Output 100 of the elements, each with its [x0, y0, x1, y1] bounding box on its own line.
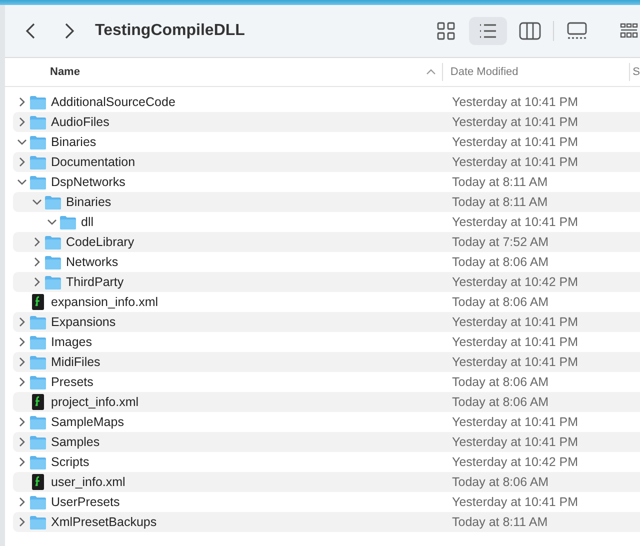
file-row[interactable]: Scripts Yesterday at 10:42 PM: [13, 452, 640, 472]
file-name: Presets: [51, 375, 94, 389]
file-row[interactable]: ThirdParty Yesterday at 10:42 PM: [13, 272, 640, 292]
disclosure-chevron-icon[interactable]: [17, 357, 27, 367]
icon-grid-icon: [436, 21, 456, 41]
document-icon: [29, 394, 47, 410]
disclosure-chevron-icon[interactable]: [32, 257, 42, 267]
date-modified: Today at 8:06 AM: [452, 475, 549, 489]
date-modified: Today at 8:06 AM: [452, 295, 549, 309]
disclosure-chevron-icon[interactable]: [17, 517, 27, 527]
folder-icon: [29, 374, 47, 390]
columns-icon: [519, 22, 541, 40]
file-name: expansion_info.xml: [51, 295, 158, 309]
disclosure-chevron-icon[interactable]: [17, 497, 27, 507]
date-modified: Yesterday at 10:41 PM: [452, 115, 578, 129]
disclosure-chevron-icon[interactable]: [17, 417, 27, 427]
disclosure-chevron-icon[interactable]: [32, 197, 42, 207]
disclosure-chevron-icon[interactable]: [17, 377, 27, 387]
date-modified: Yesterday at 10:41 PM: [452, 495, 578, 509]
date-modified: Today at 8:06 AM: [452, 255, 549, 269]
disclosure-chevron-icon[interactable]: [17, 337, 27, 347]
folder-icon: [29, 154, 47, 170]
date-modified: Today at 7:52 AM: [452, 235, 549, 249]
date-modified: Today at 8:11 AM: [452, 195, 548, 209]
date-modified: Yesterday at 10:41 PM: [452, 155, 578, 169]
file-name: XmlPresetBackups: [51, 515, 157, 529]
file-name: Expansions: [51, 315, 116, 329]
file-row[interactable]: CodeLibrary Today at 7:52 AM: [13, 232, 640, 252]
document-icon: [29, 474, 47, 490]
date-modified: Yesterday at 10:41 PM: [452, 435, 578, 449]
disclosure-chevron-icon[interactable]: [17, 97, 27, 107]
forward-chevron-icon: [63, 22, 75, 40]
list-view-button[interactable]: [469, 17, 507, 45]
file-row[interactable]: Presets Today at 8:06 AM: [13, 372, 640, 392]
file-row[interactable]: expansion_info.xml Today at 8:06 AM: [13, 292, 640, 312]
date-modified: Yesterday at 10:42 PM: [452, 455, 578, 469]
date-modified: Today at 8:06 AM: [452, 375, 549, 389]
file-row[interactable]: Documentation Yesterday at 10:41 PM: [13, 152, 640, 172]
column-header[interactable]: S: [630, 63, 640, 81]
date-modified: Yesterday at 10:41 PM: [452, 315, 578, 329]
folder-icon: [29, 354, 47, 370]
file-name: AdditionalSourceCode: [51, 95, 176, 109]
disclosure-chevron-icon[interactable]: [17, 157, 27, 167]
disclosure-chevron-icon[interactable]: [32, 237, 42, 247]
file-name: Binaries: [51, 135, 96, 149]
file-row[interactable]: XmlPresetBackups Today at 8:11 AM: [13, 512, 640, 532]
gallery-icon: [566, 22, 588, 40]
file-name: project_info.xml: [51, 395, 139, 409]
file-name: Binaries: [66, 195, 112, 209]
column-header[interactable]: Name: [5, 63, 444, 81]
date-modified: Today at 8:06 AM: [452, 395, 549, 409]
file-row[interactable]: MidiFiles Yesterday at 10:41 PM: [13, 352, 640, 372]
file-name: CodeLibrary: [66, 235, 134, 249]
file-row[interactable]: AdditionalSourceCode Yesterday at 10:41 PM: [13, 92, 640, 112]
folder-icon: [29, 134, 47, 150]
file-name: user_info.xml: [51, 475, 126, 489]
file-row[interactable]: project_info.xml Today at 8:06 AM: [13, 392, 640, 412]
disclosure-chevron-icon[interactable]: [17, 137, 27, 147]
date-modified: Yesterday at 10:41 PM: [452, 95, 578, 109]
file-row[interactable]: Expansions Yesterday at 10:41 PM: [13, 312, 640, 332]
file-name: dll: [81, 215, 94, 229]
disclosure-chevron-icon[interactable]: [32, 277, 42, 287]
folder-icon: [29, 514, 47, 530]
file-row[interactable]: Images Yesterday at 10:41 PM: [13, 332, 640, 352]
file-row[interactable]: UserPresets Yesterday at 10:41 PM: [13, 492, 640, 512]
file-name: SampleMaps: [51, 415, 124, 429]
file-name: Samples: [51, 435, 100, 449]
date-modified: Yesterday at 10:41 PM: [452, 215, 578, 229]
column-header[interactable]: Date Modified: [443, 63, 630, 81]
document-icon: [29, 294, 47, 310]
disclosure-chevron-icon[interactable]: [17, 317, 27, 327]
file-name: AudioFiles: [51, 115, 110, 129]
folder-icon: [29, 334, 47, 350]
file-name: DspNetworks: [51, 175, 126, 189]
file-name: Images: [51, 335, 92, 349]
file-row[interactable]: Networks Today at 8:06 AM: [13, 252, 640, 272]
file-row[interactable]: Binaries Today at 8:11 AM: [13, 192, 640, 212]
disclosure-chevron-icon[interactable]: [17, 457, 27, 467]
date-modified: Yesterday at 10:42 PM: [452, 275, 578, 289]
folder-icon: [29, 174, 47, 190]
folder-icon: [29, 94, 47, 110]
folder-icon: [44, 234, 62, 250]
file-row[interactable]: Samples Yesterday at 10:41 PM: [13, 432, 640, 452]
folder-icon: [29, 494, 47, 510]
file-row[interactable]: AudioFiles Yesterday at 10:41 PM: [13, 112, 640, 132]
date-modified: Yesterday at 10:41 PM: [452, 355, 578, 369]
file-row[interactable]: Binaries Yesterday at 10:41 PM: [13, 132, 640, 152]
file-row[interactable]: SampleMaps Yesterday at 10:41 PM: [13, 412, 640, 432]
back-chevron-icon: [25, 22, 37, 40]
file-row[interactable]: dll Yesterday at 10:41 PM: [13, 212, 640, 232]
date-modified: Yesterday at 10:41 PM: [452, 335, 578, 349]
file-row[interactable]: user_info.xml Today at 8:06 AM: [13, 472, 640, 492]
disclosure-chevron-icon[interactable]: [17, 177, 27, 187]
file-name: Scripts: [51, 455, 90, 469]
disclosure-chevron-icon[interactable]: [17, 117, 27, 127]
folder-icon: [29, 454, 47, 470]
disclosure-chevron-icon[interactable]: [17, 437, 27, 447]
folder-icon: [59, 214, 77, 230]
disclosure-chevron-icon[interactable]: [47, 217, 57, 227]
file-row[interactable]: DspNetworks Today at 8:11 AM: [13, 172, 640, 192]
